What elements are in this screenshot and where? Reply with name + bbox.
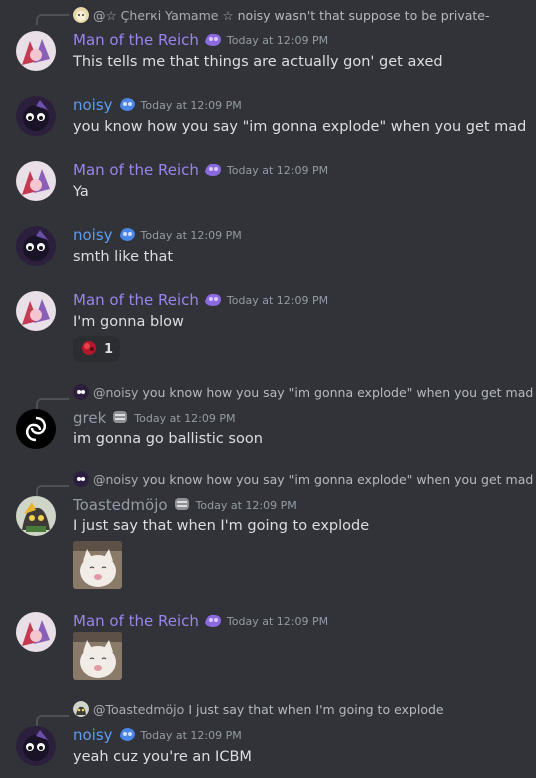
author-name[interactable]: noisy Today at 12:09 PM (73, 725, 242, 746)
message-text: This tells me that things are actually g… (73, 54, 443, 70)
author-label[interactable]: Man of the Reich (73, 31, 199, 49)
reply-text: you know how you say "im gonna explode" … (142, 472, 534, 487)
message-text: yeah cuz you're an ICBM (73, 749, 252, 765)
reply-preview[interactable]: @☆ Çherкi Yamame ☆ noisy wasn't that supp… (73, 7, 490, 25)
message-text: Ya (73, 184, 89, 200)
author-name[interactable]: grek Today at 12:09 PM (73, 408, 235, 429)
author-label[interactable]: noisy (73, 226, 113, 244)
reply-text: I just say that when I'm going to explod… (188, 702, 444, 717)
purple-role-icon (203, 30, 223, 48)
chat-message-list[interactable]: @☆ Çherкi Yamame ☆ noisy wasn't that supp… (0, 0, 536, 778)
avatar[interactable] (16, 31, 56, 71)
reply-preview[interactable]: @noisy you know how you say "im gonna exp… (73, 384, 533, 402)
blue-role-icon (117, 225, 137, 243)
avatar[interactable] (16, 226, 56, 266)
reply-spine (36, 398, 69, 409)
avatar[interactable] (16, 726, 56, 766)
reply-spine (36, 715, 69, 726)
purple-role-icon (203, 611, 223, 629)
timestamp[interactable]: Today at 12:09 PM (141, 226, 242, 246)
author-name[interactable]: noisy Today at 12:09 PM (73, 95, 242, 116)
reply-avatar (73, 7, 89, 23)
timestamp[interactable]: Today at 12:09 PM (227, 291, 328, 311)
reply-mention[interactable]: @☆ Çherкi Yamame ☆ (93, 8, 234, 23)
message-text: im gonna go ballistic soon (73, 431, 263, 447)
blue-role-icon (117, 725, 137, 743)
reaction-button[interactable]: 1 (73, 336, 121, 362)
author-name[interactable]: Man of the Reich Today at 12:09 PM (73, 160, 328, 181)
reply-spine (36, 485, 69, 496)
gray-role-icon (110, 408, 130, 426)
author-name[interactable]: noisy Today at 12:09 PM (73, 225, 242, 246)
message-text: I just say that when I'm going to explod… (73, 518, 370, 534)
author-name[interactable]: Toastedmöjo Today at 12:09 PM (73, 495, 297, 516)
message-text: smth like that (73, 249, 174, 265)
reply-mention[interactable]: @Toastedmöjo (93, 702, 184, 717)
avatar[interactable] (16, 496, 56, 536)
gray-role-icon (172, 495, 192, 513)
reply-mention[interactable]: @noisy (93, 472, 138, 487)
reply-preview[interactable]: @noisy you know how you say "im gonna exp… (73, 471, 533, 489)
author-label[interactable]: noisy (73, 96, 113, 114)
blue-role-icon (117, 95, 137, 113)
purple-role-icon (203, 290, 223, 308)
author-name[interactable]: Man of the Reich Today at 12:09 PM (73, 290, 328, 311)
reply-avatar (73, 384, 89, 400)
reaction-count: 1 (104, 341, 114, 357)
timestamp[interactable]: Today at 12:09 PM (141, 726, 242, 746)
purple-role-icon (203, 160, 223, 178)
timestamp[interactable]: Today at 12:09 PM (134, 409, 235, 429)
author-name[interactable]: Man of the Reich Today at 12:09 PM (73, 611, 328, 632)
author-label[interactable]: Man of the Reich (73, 291, 199, 309)
author-label[interactable]: grek (73, 409, 106, 427)
reply-avatar (73, 471, 89, 487)
message-text: you know how you say "im gonna explode" … (73, 119, 527, 135)
reply-spine (36, 14, 69, 25)
avatar[interactable] (16, 409, 56, 449)
cat-image-attachment[interactable] (73, 541, 122, 589)
author-label[interactable]: Toastedmöjo (73, 496, 168, 514)
avatar[interactable] (16, 161, 56, 201)
author-name[interactable]: Man of the Reich Today at 12:09 PM (73, 30, 328, 51)
avatar[interactable] (16, 96, 56, 136)
timestamp[interactable]: Today at 12:09 PM (227, 161, 328, 181)
author-label[interactable]: Man of the Reich (73, 161, 199, 179)
cat-image-attachment[interactable] (73, 632, 122, 680)
reply-text: noisy wasn't that suppose to be private- (237, 8, 490, 23)
timestamp[interactable]: Today at 12:09 PM (141, 96, 242, 116)
reply-avatar (73, 701, 89, 717)
timestamp[interactable]: Today at 12:09 PM (196, 496, 297, 516)
author-label[interactable]: noisy (73, 726, 113, 744)
timestamp[interactable]: Today at 12:09 PM (227, 612, 328, 632)
reply-text: you know how you say "im gonna explode" … (142, 385, 534, 400)
message-text: I'm gonna blow (73, 314, 184, 330)
avatar[interactable] (16, 612, 56, 652)
explosion-icon (80, 338, 98, 360)
reply-preview[interactable]: @Toastedmöjo I just say that when I'm goi… (73, 701, 444, 719)
timestamp[interactable]: Today at 12:09 PM (227, 31, 328, 51)
avatar[interactable] (16, 291, 56, 331)
author-label[interactable]: Man of the Reich (73, 612, 199, 630)
reply-mention[interactable]: @noisy (93, 385, 138, 400)
